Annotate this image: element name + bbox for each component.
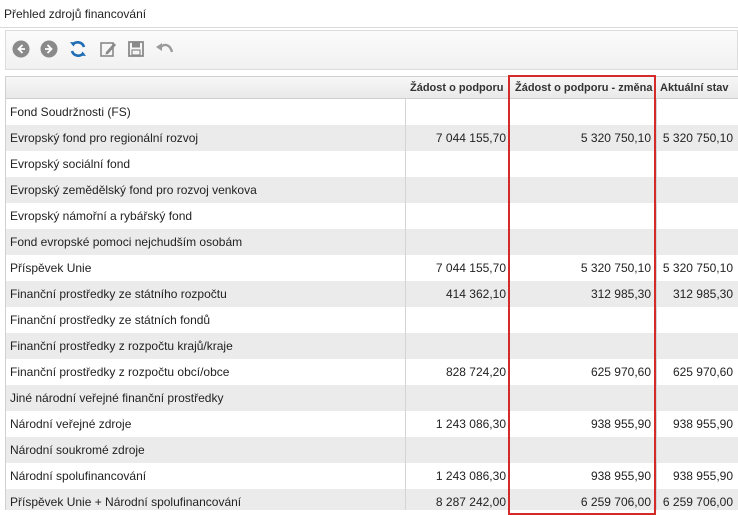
cell-value[interactable]: 5 320 750,10 bbox=[511, 261, 651, 275]
row-label: Evropský zemědělský fond pro rozvoj venk… bbox=[10, 183, 257, 197]
save-icon bbox=[128, 41, 144, 57]
table-row[interactable]: Evropský námořní a rybářský fond bbox=[6, 203, 738, 229]
cell-background bbox=[657, 151, 738, 177]
row-label: Evropský námořní a rybářský fond bbox=[10, 209, 193, 223]
cell-background bbox=[510, 99, 656, 125]
cell-value[interactable]: 5 320 750,10 bbox=[661, 261, 733, 275]
window-title-bar: Přehled zdrojů financování bbox=[0, 0, 738, 28]
row-label: Finanční prostředky z rozpočtu obcí/obce bbox=[10, 365, 230, 379]
cell-background bbox=[406, 307, 511, 333]
row-label: Jiné národní veřejné finanční prostředky bbox=[10, 391, 224, 405]
cell-background bbox=[657, 203, 738, 229]
row-label: Finanční prostředky z rozpočtu krajů/kra… bbox=[10, 339, 233, 353]
cell-background bbox=[510, 307, 656, 333]
table-row[interactable]: Evropský zemědělský fond pro rozvoj venk… bbox=[6, 177, 738, 203]
cell-value[interactable]: 312 985,30 bbox=[661, 287, 733, 301]
table-row[interactable]: Evropský sociální fond bbox=[6, 151, 738, 177]
cell-value[interactable]: 938 955,90 bbox=[511, 417, 651, 431]
row-label: Finanční prostředky ze státních fondů bbox=[10, 313, 211, 327]
table-row[interactable]: Fond evropské pomoci nejchudším osobám bbox=[6, 229, 738, 255]
table-row[interactable]: Příspěvek Unie 7 044 155,70 5 320 750,10 5 … bbox=[6, 255, 738, 281]
table-row[interactable]: Finanční prostředky z rozpočtu obcí/obce… bbox=[6, 359, 738, 385]
table-row[interactable]: Finanční prostředky ze státních fondů bbox=[6, 307, 738, 333]
cell-value[interactable]: 1 243 086,30 bbox=[406, 469, 506, 483]
row-label: Evropský fond pro regionální rozvoj bbox=[10, 131, 199, 145]
cell-value[interactable]: 5 320 750,10 bbox=[661, 131, 733, 145]
row-label: Příspěvek Unie + Národní spolufinancován… bbox=[10, 495, 242, 509]
cell-value[interactable]: 1 243 086,30 bbox=[406, 417, 506, 431]
refresh-button[interactable] bbox=[68, 39, 88, 59]
table-row[interactable]: Finanční prostředky z rozpočtu krajů/kra… bbox=[6, 333, 738, 359]
cell-background bbox=[510, 151, 656, 177]
row-label: Fond evropské pomoci nejchudším osobám bbox=[10, 235, 243, 249]
back-button[interactable] bbox=[11, 39, 31, 59]
cell-value[interactable]: 625 970,60 bbox=[661, 365, 733, 379]
cell-background bbox=[406, 203, 511, 229]
cell-value[interactable]: 7 044 155,70 bbox=[406, 261, 506, 275]
column-header-aktualni-stav[interactable]: Aktuální stav bbox=[660, 82, 728, 94]
column-divider bbox=[405, 99, 406, 510]
undo-button[interactable] bbox=[155, 39, 175, 59]
column-divider bbox=[656, 99, 657, 510]
cell-value[interactable]: 625 970,60 bbox=[511, 365, 651, 379]
column-header-zadost[interactable]: Žádost o podporu bbox=[410, 82, 503, 94]
table-header: Žádost o podporu Žádost o podporu - změn… bbox=[6, 77, 738, 99]
column-divider bbox=[509, 99, 510, 510]
cell-value[interactable]: 312 985,30 bbox=[511, 287, 651, 301]
table-row[interactable]: Národní spolufinancování 1 243 086,30 938 … bbox=[6, 463, 738, 489]
row-label: Evropský sociální fond bbox=[10, 157, 131, 171]
cell-background bbox=[406, 151, 511, 177]
cell-background bbox=[657, 99, 738, 125]
table-row[interactable]: Příspěvek Unie + Národní spolufinancován… bbox=[6, 489, 738, 510]
cell-value[interactable]: 6 259 706,00 bbox=[511, 495, 651, 509]
toolbar bbox=[5, 30, 738, 70]
cell-value[interactable]: 6 259 706,00 bbox=[661, 495, 733, 509]
forward-button[interactable] bbox=[39, 39, 59, 59]
table-row[interactable]: Fond Soudržnosti (FS) bbox=[6, 99, 738, 125]
cell-background bbox=[657, 307, 738, 333]
cell-value[interactable]: 8 287 242,00 bbox=[406, 495, 506, 509]
refresh-icon bbox=[70, 41, 86, 57]
arrow-left-icon bbox=[12, 40, 30, 58]
financing-table: Žádost o podporu Žádost o podporu - změn… bbox=[5, 76, 738, 510]
row-label: Příspěvek Unie bbox=[10, 261, 92, 275]
cell-value[interactable]: 7 044 155,70 bbox=[406, 131, 506, 145]
row-label: Národní spolufinancování bbox=[10, 469, 147, 483]
table-row[interactable]: Finanční prostředky ze státního rozpočtu… bbox=[6, 281, 738, 307]
row-label: Finanční prostředky ze státního rozpočtu bbox=[10, 287, 227, 301]
table-row[interactable]: Národní veřejné zdroje 1 243 086,30 938 95… bbox=[6, 411, 738, 437]
cell-value[interactable]: 938 955,90 bbox=[511, 469, 651, 483]
cell-value[interactable]: 5 320 750,10 bbox=[511, 131, 651, 145]
row-label: Národní veřejné zdroje bbox=[10, 417, 132, 431]
cell-value[interactable]: 938 955,90 bbox=[661, 417, 733, 431]
window-title: Přehled zdrojů financování bbox=[4, 7, 147, 21]
cell-value[interactable]: 938 955,90 bbox=[661, 469, 733, 483]
cell-background bbox=[406, 99, 511, 125]
edit-button[interactable] bbox=[98, 39, 118, 59]
undo-icon bbox=[156, 43, 174, 53]
save-button[interactable] bbox=[126, 39, 146, 59]
arrow-right-icon bbox=[40, 40, 58, 58]
cell-value[interactable]: 414 362,10 bbox=[406, 287, 506, 301]
table-row[interactable]: Evropský fond pro regionální rozvoj 7 044… bbox=[6, 125, 738, 151]
edit-icon bbox=[100, 42, 116, 57]
row-label: Fond Soudržnosti (FS) bbox=[10, 105, 131, 119]
column-header-zmena[interactable]: Žádost o podporu - změna bbox=[515, 82, 653, 94]
row-label: Národní soukromé zdroje bbox=[10, 443, 145, 457]
table-row[interactable]: Jiné národní veřejné finanční prostředky bbox=[6, 385, 738, 411]
table-row[interactable]: Národní soukromé zdroje bbox=[6, 437, 738, 463]
cell-value[interactable]: 828 724,20 bbox=[406, 365, 506, 379]
cell-background bbox=[510, 203, 656, 229]
